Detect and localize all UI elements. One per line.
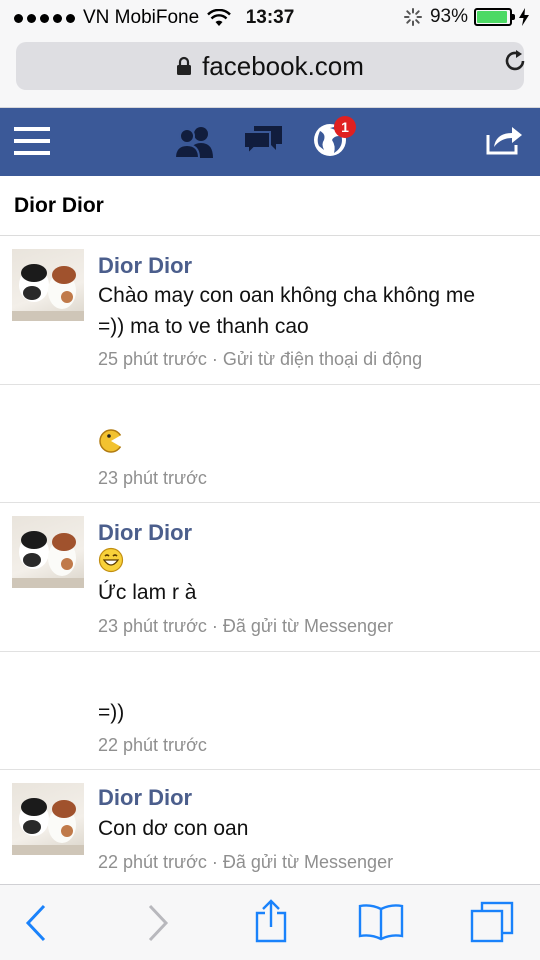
timestamp: 25 phút trước bbox=[98, 349, 207, 369]
timestamp: 22 phút trước bbox=[98, 735, 207, 755]
battery-fill bbox=[477, 11, 507, 23]
share-icon[interactable] bbox=[484, 121, 524, 157]
message-line: =)) bbox=[98, 701, 125, 724]
message-item: 23 phút trước bbox=[0, 386, 540, 503]
message-meta: 23 phút trước bbox=[98, 468, 207, 489]
tabs-icon[interactable] bbox=[470, 901, 514, 943]
reload-icon[interactable] bbox=[502, 48, 528, 74]
menu-icon[interactable] bbox=[14, 125, 50, 157]
puppies-photo bbox=[12, 798, 84, 855]
conversation-header: Dior Dior bbox=[0, 176, 540, 236]
avatar[interactable] bbox=[12, 516, 84, 588]
battery-icon bbox=[474, 8, 515, 26]
sent-via: · Đã gửi từ Messenger bbox=[206, 616, 394, 636]
sender-name[interactable]: Dior Dior bbox=[98, 253, 192, 279]
url-text: facebook.com bbox=[202, 50, 364, 81]
back-icon[interactable] bbox=[24, 903, 48, 943]
puppies-photo bbox=[12, 264, 84, 321]
browser-toolbar bbox=[0, 884, 540, 960]
timestamp: 22 phút trước bbox=[98, 852, 207, 872]
battery-percent: 93% bbox=[429, 6, 468, 27]
page-title: Dior Dior bbox=[14, 194, 104, 217]
sent-via: · Đã gửi từ Messenger bbox=[206, 852, 394, 872]
message-text: Ức lam r à bbox=[98, 577, 196, 608]
sender-name[interactable]: Dior Dior bbox=[98, 520, 192, 546]
timestamp: 23 phút trước bbox=[98, 616, 207, 636]
avatar[interactable] bbox=[12, 249, 84, 321]
messages-icon[interactable] bbox=[242, 124, 284, 158]
bookmarks-icon[interactable] bbox=[357, 903, 405, 941]
facebook-nav-bar bbox=[0, 108, 540, 176]
lock-icon bbox=[177, 56, 192, 75]
message-line: Con dơ con oan bbox=[98, 817, 249, 840]
message-text: =)) bbox=[98, 697, 124, 728]
sent-via: · Gửi từ điện thoại di động bbox=[206, 349, 423, 369]
message-line: =)) ma to ve thanh cao bbox=[98, 315, 309, 338]
smile-emoticon-icon bbox=[98, 547, 124, 573]
message-line: Chào may con oan không cha không me bbox=[98, 284, 476, 307]
friend-requests-icon[interactable] bbox=[173, 125, 217, 159]
message-meta: 22 phút trước · Đã gửi từ Messenger bbox=[98, 852, 393, 873]
share-icon[interactable] bbox=[253, 899, 289, 943]
sender-name[interactable]: Dior Dior bbox=[98, 785, 192, 811]
message-text: Con dơ con oan bbox=[98, 813, 248, 844]
charging-bolt-icon bbox=[519, 8, 529, 26]
avatar[interactable] bbox=[12, 783, 84, 855]
message-meta: 22 phút trước bbox=[98, 735, 207, 756]
forward-icon[interactable] bbox=[146, 903, 170, 943]
message-item: Dior Dior Con dơ con oan 22 phút trước ·… bbox=[0, 771, 540, 884]
browser-address-area: facebook.com bbox=[0, 36, 540, 108]
notification-badge: 1 bbox=[334, 116, 356, 138]
message-meta: 25 phút trước · Gửi từ điện thoại di độn… bbox=[98, 349, 422, 370]
pacman-emoticon-icon bbox=[99, 429, 123, 453]
message-item: Dior Dior Chào may con oan không cha khô… bbox=[0, 237, 540, 385]
message-item: =)) 22 phút trước bbox=[0, 653, 540, 770]
status-bar: VN MobiFone 13:37 93% bbox=[0, 0, 540, 36]
battery-status: 93% bbox=[403, 6, 530, 28]
address-bar[interactable]: facebook.com bbox=[16, 42, 524, 90]
puppies-photo bbox=[12, 531, 84, 588]
message-item: Dior Dior Ức lam r à 23 phút trước · Đã … bbox=[0, 504, 540, 652]
message-text: Chào may con oan không cha không me =)) … bbox=[98, 280, 475, 342]
message-line: Ức lam r à bbox=[98, 581, 197, 604]
timestamp: 23 phút trước bbox=[98, 468, 207, 488]
message-meta: 23 phút trước · Đã gửi từ Messenger bbox=[98, 616, 393, 637]
activity-spinner-icon bbox=[403, 8, 422, 26]
